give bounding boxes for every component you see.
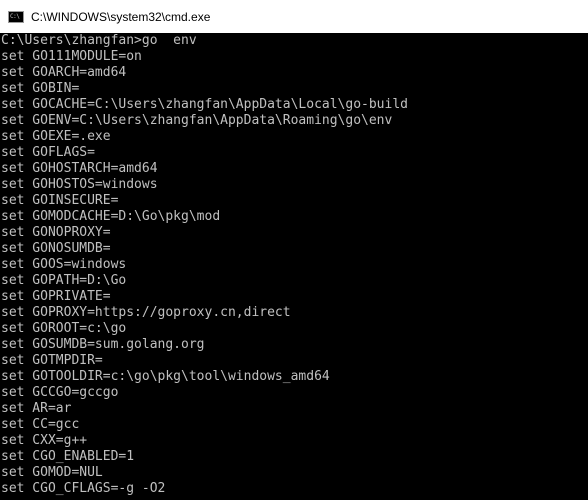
- console-output[interactable]: C:\Users\zhangfan>go env set GO111MODULE…: [0, 33, 588, 500]
- env-line: set GOFLAGS=: [1, 145, 95, 160]
- env-line: set GOSUMDB=sum.golang.org: [1, 337, 205, 352]
- env-line: set AR=ar: [1, 401, 72, 416]
- env-line: set GCCGO=gccgo: [1, 385, 119, 400]
- console-lines: C:\Users\zhangfan>go env set GO111MODULE…: [0, 33, 588, 497]
- env-line: set CC=gcc: [1, 417, 80, 432]
- env-line: set GOCACHE=C:\Users\zhangfan\AppData\Lo…: [1, 97, 408, 112]
- env-line: set GONOSUMDB=: [1, 241, 111, 256]
- env-line: set GOHOSTOS=windows: [1, 177, 158, 192]
- env-line: set CGO_CFLAGS=-g -O2: [1, 481, 166, 496]
- env-line: set GONOPROXY=: [1, 225, 111, 240]
- cmd-window: C:\ C:\WINDOWS\system32\cmd.exe C:\Users…: [0, 0, 588, 500]
- command-prompt-icon[interactable]: C:\: [8, 10, 24, 23]
- env-line: set GOHOSTARCH=amd64: [1, 161, 158, 176]
- env-line: set CXX=g++: [1, 433, 88, 448]
- command-prompt-icon-glyph: C:\: [10, 12, 20, 20]
- window-title: C:\WINDOWS\system32\cmd.exe: [31, 9, 211, 24]
- env-line: set GOROOT=c:\go: [1, 321, 127, 336]
- title-bar[interactable]: C:\ C:\WINDOWS\system32\cmd.exe: [0, 0, 588, 33]
- env-line: set CGO_ENABLED=1: [1, 449, 135, 464]
- env-line: set GOBIN=: [1, 81, 80, 96]
- prompt-line: C:\Users\zhangfan>go env: [1, 33, 197, 48]
- env-line: set GOTOOLDIR=c:\go\pkg\tool\windows_amd…: [1, 369, 330, 384]
- env-line: set GOMODCACHE=D:\Go\pkg\mod: [1, 209, 221, 224]
- env-line: set GOPRIVATE=: [1, 289, 111, 304]
- env-line: set GOPATH=D:\Go: [1, 273, 127, 288]
- env-line: set GOTMPDIR=: [1, 353, 103, 368]
- env-line: set GOINSECURE=: [1, 193, 119, 208]
- env-line: set GOMOD=NUL: [1, 465, 103, 480]
- env-line: set GOOS=windows: [1, 257, 127, 272]
- env-line: set GO111MODULE=on: [1, 49, 142, 64]
- env-line: set GOARCH=amd64: [1, 65, 127, 80]
- env-line: set GOPROXY=https://goproxy.cn,direct: [1, 305, 291, 320]
- env-line: set GOENV=C:\Users\zhangfan\AppData\Roam…: [1, 113, 393, 128]
- env-line: set GOEXE=.exe: [1, 129, 111, 144]
